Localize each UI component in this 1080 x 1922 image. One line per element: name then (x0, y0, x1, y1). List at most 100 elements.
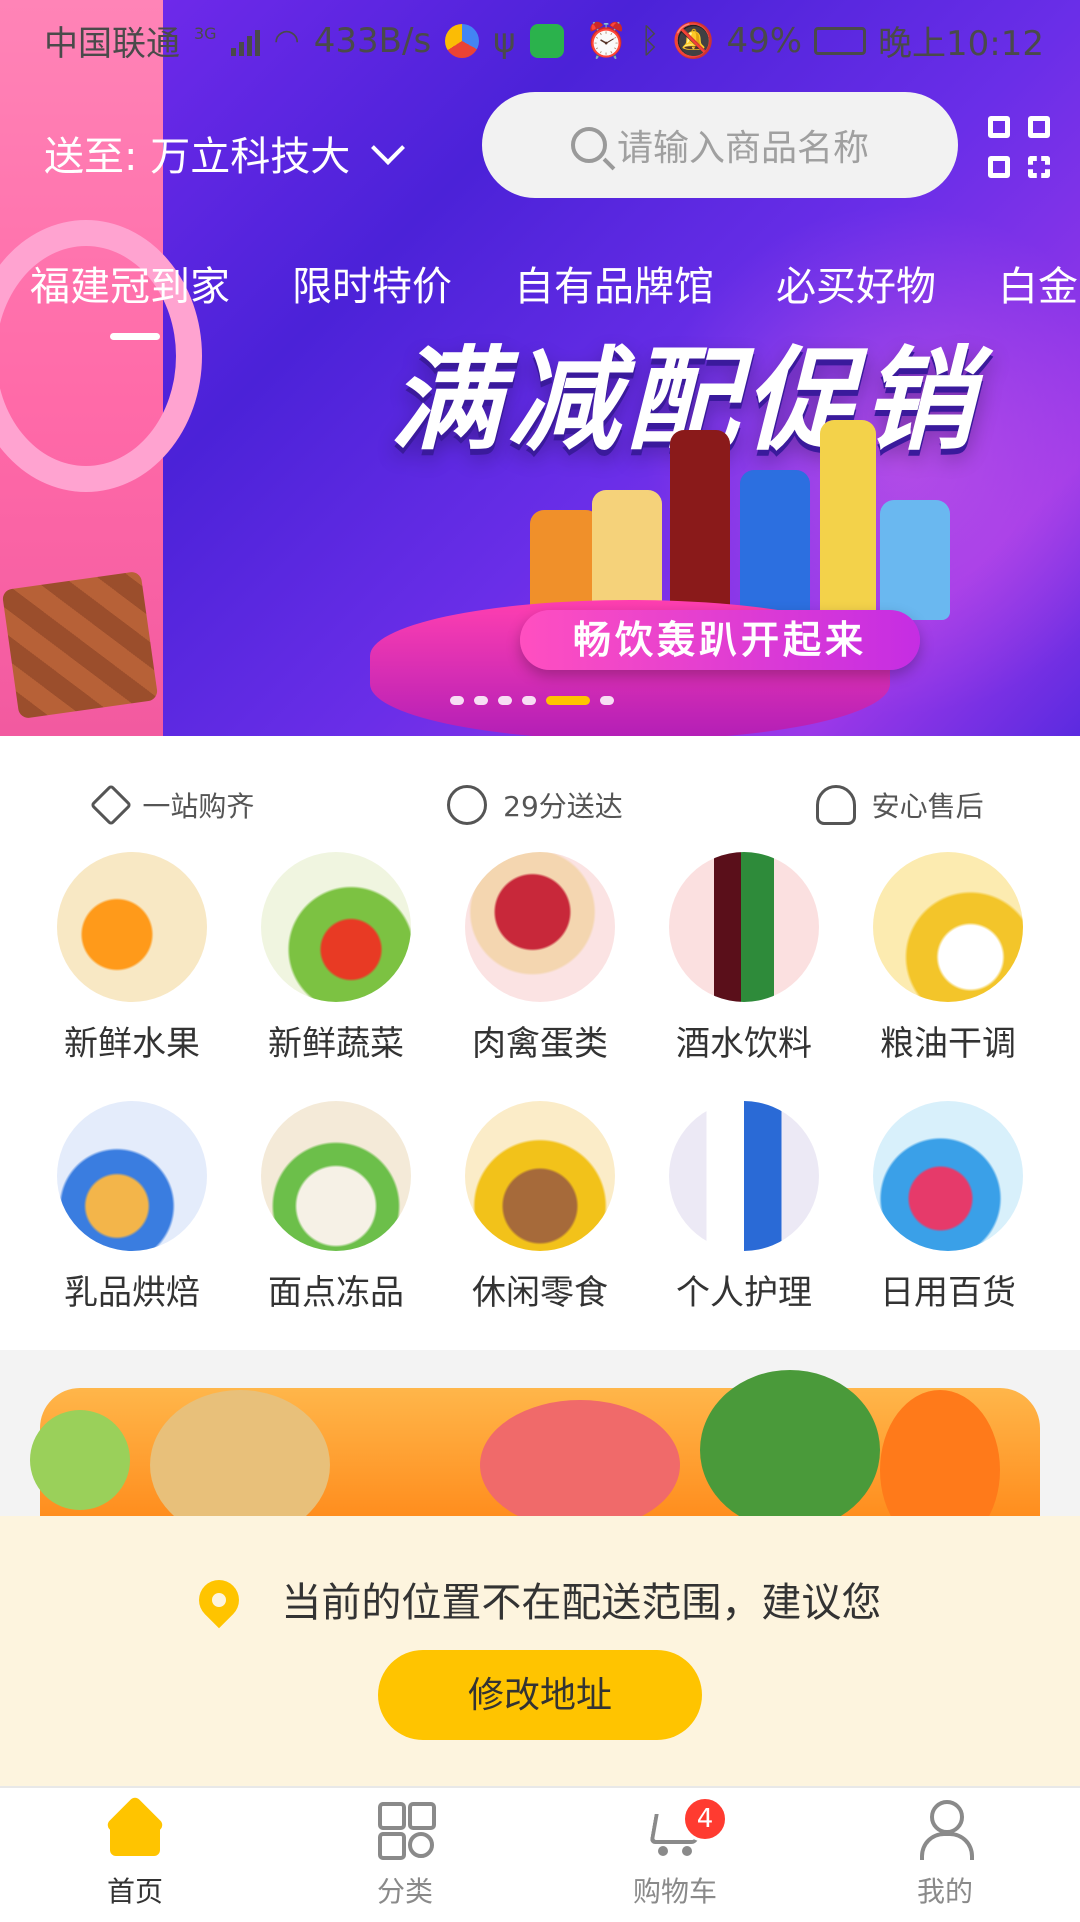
battery-icon (814, 26, 867, 55)
active-tab-indicator (110, 333, 160, 340)
category-label: 休闲零食 (472, 1273, 608, 1313)
location-pin-icon (190, 1571, 247, 1629)
headset-icon (815, 785, 856, 825)
category-vegetable[interactable]: 新鲜蔬菜 (234, 852, 438, 1065)
category-label: 粮油干调 (880, 1024, 1016, 1064)
feature-label: 安心售后 (871, 790, 984, 823)
category-meat-egg[interactable]: 肉禽蛋类 (438, 852, 642, 1065)
channel-tabs: 福建冠到家 限时特价 自有品牌馆 必买好物 白金 (30, 254, 1080, 312)
status-bar: 中国联通 3G ◠ 433B/s ψ ⏰ ᛒ 🔕 49% 晚上10:12 (0, 0, 1080, 74)
network-type: 3G (194, 24, 217, 43)
delivery-clock-icon (447, 785, 488, 825)
tab-platinum[interactable]: 白金 (998, 254, 1078, 312)
category-dairy-bakery[interactable]: 乳品烘焙 (30, 1101, 234, 1314)
food-promo-banner[interactable] (0, 1350, 1080, 1516)
category-grain-oil[interactable]: 粮油干调 (846, 852, 1050, 1065)
meat-egg-icon (465, 852, 615, 1002)
drinks-icon (669, 852, 819, 1002)
nav-label: 分类 (376, 1875, 433, 1908)
category-dumpling[interactable]: 面点冻品 (234, 1101, 438, 1314)
carrier-label: 中国联通 (44, 24, 180, 64)
nav-label: 首页 (106, 1875, 163, 1908)
personal-care-icon (669, 1101, 819, 1251)
chevron-down-icon (371, 131, 406, 165)
nav-cart[interactable]: 购物车 (540, 1788, 810, 1922)
grain-oil-icon (873, 852, 1023, 1002)
daily-goods-icon (873, 1101, 1023, 1251)
network-speed: 433B/s (313, 20, 432, 61)
mute-icon: 🔕 (672, 20, 715, 61)
category-label: 面点冻品 (268, 1273, 404, 1313)
snack-icon (465, 1101, 615, 1251)
nav-home[interactable]: 首页 (0, 1788, 270, 1922)
user-icon (916, 1800, 974, 1860)
category-daily-goods[interactable]: 日用百货 (846, 1101, 1050, 1314)
cart-count-badge: 4 (682, 1796, 728, 1842)
dumpling-icon (261, 1101, 411, 1251)
category-label: 个人护理 (676, 1273, 812, 1313)
usb-icon: ψ (493, 20, 516, 61)
feature-label: 一站购齐 (142, 790, 255, 823)
carousel-dot (450, 696, 464, 705)
carousel-dot (474, 696, 488, 705)
carousel-dot (600, 696, 614, 705)
nav-label: 购物车 (632, 1875, 717, 1908)
service-features: 一站购齐 29分送达 安心售后 (0, 780, 1080, 830)
category-snack[interactable]: 休闲零食 (438, 1101, 642, 1314)
tab-must-buy[interactable]: 必买好物 (776, 254, 936, 312)
iqiyi-app-icon (529, 23, 564, 58)
carousel-dot-active (546, 696, 590, 705)
search-placeholder: 请输入商品名称 (616, 128, 869, 169)
carousel-dot (498, 696, 512, 705)
browser-app-icon (445, 23, 480, 58)
signal-icon (230, 26, 260, 56)
bottom-nav: 首页 分类 购物车 我的 (0, 1786, 1080, 1922)
fruit-icon (57, 852, 207, 1002)
clock-time: 晚上10:12 (878, 24, 1044, 64)
category-fruit[interactable]: 新鲜水果 (30, 852, 234, 1065)
feature-fast-delivery: 29分送达 (447, 785, 623, 825)
search-input[interactable]: 请输入商品名称 (482, 92, 958, 198)
alarm-icon: ⏰ (585, 20, 628, 61)
carousel-indicator (450, 696, 614, 705)
bluetooth-icon: ᛒ (639, 20, 661, 61)
notice-message: 当前的位置不在配送范围，建议您 (281, 1580, 882, 1626)
nav-profile[interactable]: 我的 (810, 1788, 1080, 1922)
category-label: 新鲜水果 (64, 1024, 200, 1064)
search-icon (570, 127, 607, 163)
feature-one-stop: 一站购齐 (90, 783, 255, 827)
carousel-dot (522, 696, 536, 705)
category-label: 肉禽蛋类 (472, 1024, 608, 1064)
category-label: 酒水饮料 (676, 1024, 812, 1064)
top-bar: 送至: 万立科技大 请输入商品名称 (0, 90, 1080, 200)
tab-flash-sale[interactable]: 限时特价 (292, 254, 452, 312)
grapes-image (30, 1410, 130, 1510)
battery-percent: 49% (726, 20, 803, 61)
banner-subtitle: 畅饮轰趴开起来 (520, 610, 920, 670)
qr-scan-icon[interactable] (988, 116, 1050, 178)
wifi-icon: ◠ (273, 23, 300, 58)
home-icon (105, 1795, 165, 1858)
category-personal-care[interactable]: 个人护理 (642, 1101, 846, 1314)
broccoli-image (700, 1370, 880, 1516)
tab-own-brand[interactable]: 自有品牌馆 (514, 254, 714, 312)
delivery-address-label: 送至: 万立科技大 (44, 134, 351, 180)
notice-message-row: 当前的位置不在配送范围，建议您 (0, 1570, 1080, 1629)
dairy-bakery-icon (57, 1101, 207, 1251)
vegetable-icon (261, 852, 411, 1002)
category-label: 乳品烘焙 (64, 1273, 200, 1313)
diamond-icon (90, 783, 133, 827)
category-grid: 新鲜水果 新鲜蔬菜 肉禽蛋类 酒水饮料 粮油干调 乳品烘焙 面点冻品 休闲零食 … (30, 852, 1050, 1314)
category-label: 新鲜蔬菜 (268, 1024, 404, 1064)
change-address-button[interactable]: 修改地址 (378, 1650, 702, 1740)
category-label: 日用百货 (880, 1273, 1016, 1313)
tab-fujian-home[interactable]: 福建冠到家 (30, 254, 230, 312)
drink-bottles-image (530, 420, 960, 620)
delivery-range-notice: 当前的位置不在配送范围，建议您 修改地址 (0, 1516, 1080, 1786)
nav-category[interactable]: 分类 (270, 1788, 540, 1922)
delivery-address-selector[interactable]: 送至: 万立科技大 (44, 124, 406, 182)
candy-image (1, 570, 159, 720)
category-grid-icon (376, 1800, 436, 1860)
category-drinks[interactable]: 酒水饮料 (642, 852, 846, 1065)
feature-after-sales: 安心售后 (815, 785, 984, 825)
